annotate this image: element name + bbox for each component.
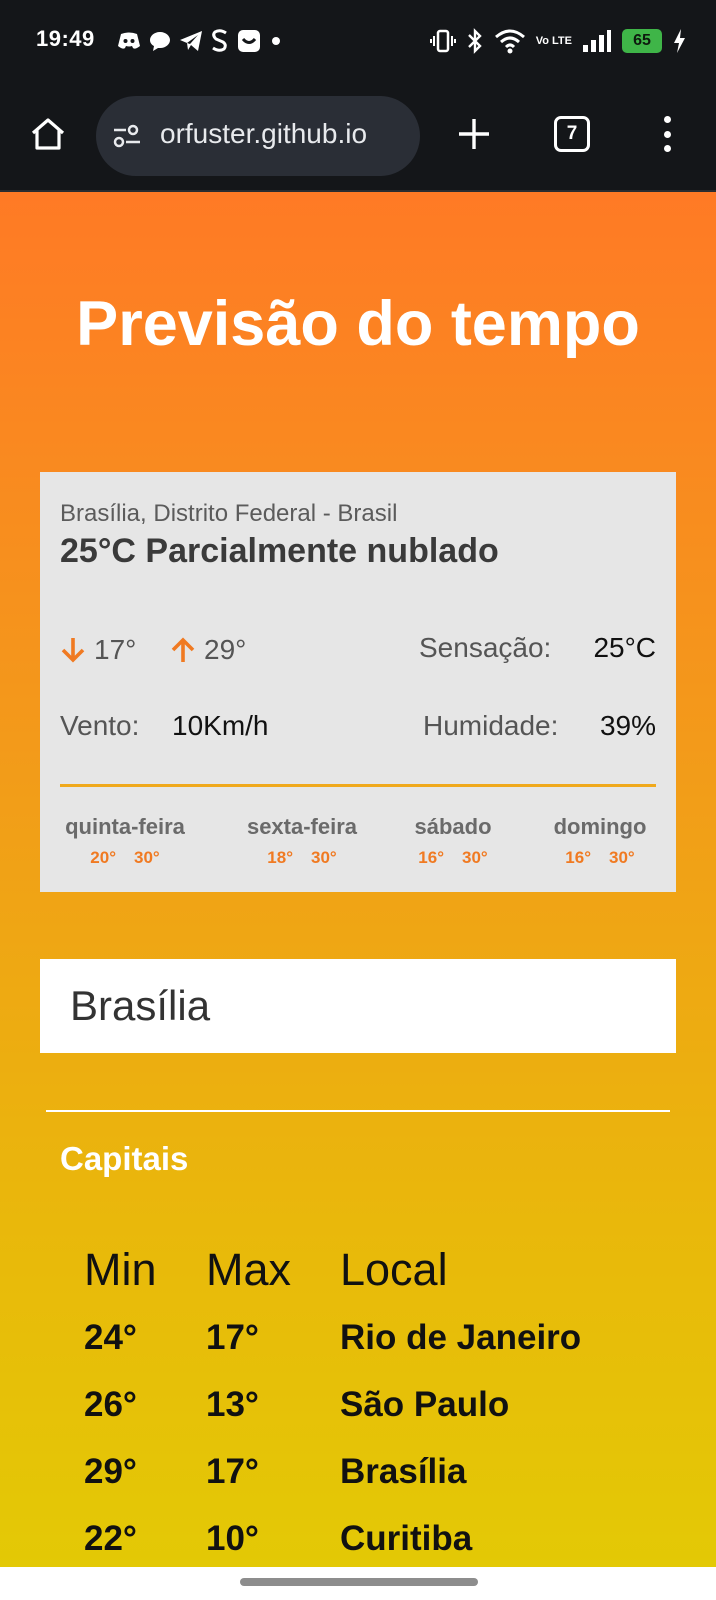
row-min: 24° bbox=[84, 1318, 137, 1357]
weather-page: Previsão do tempo Brasília, Distrito Fed… bbox=[0, 192, 716, 1567]
city-search-input[interactable] bbox=[70, 979, 630, 1033]
wind-value: 10Km/h bbox=[172, 710, 269, 741]
battery-indicator: 65 bbox=[622, 29, 662, 53]
forecast-day: quinta-feira 20° 30° bbox=[60, 814, 190, 868]
row-local: São Paulo bbox=[340, 1385, 510, 1424]
charging-icon bbox=[674, 29, 685, 53]
column-header-min: Min bbox=[84, 1244, 157, 1295]
row-local: Curitiba bbox=[340, 1519, 473, 1558]
forecast-min: 16° bbox=[418, 848, 444, 867]
wifi-icon bbox=[494, 29, 525, 54]
humidity-label: Humidade: bbox=[423, 710, 559, 741]
row-local: Brasília bbox=[340, 1452, 467, 1491]
row-local: Rio de Janeiro bbox=[340, 1318, 582, 1357]
plus-icon bbox=[459, 119, 489, 149]
arrow-down-icon bbox=[61, 638, 85, 663]
vibrate-icon bbox=[429, 29, 456, 53]
section-divider bbox=[46, 1110, 670, 1112]
row-min: 26° bbox=[84, 1385, 137, 1424]
forecast-day: sábado 16° 30° bbox=[408, 814, 498, 868]
temp-min: 17° bbox=[60, 634, 136, 666]
forecast-max: 30° bbox=[311, 848, 337, 867]
temp-max: 29° bbox=[170, 634, 246, 666]
card-divider bbox=[60, 784, 656, 787]
status-time: 19:49 bbox=[36, 26, 95, 51]
current-condition: 25°C Parcialmente nublado bbox=[60, 532, 499, 570]
dot-icon bbox=[272, 37, 280, 45]
menu-dot bbox=[663, 130, 671, 138]
column-header-local: Local bbox=[340, 1244, 448, 1295]
status-bar: 19:49 Vo LTE 65 bbox=[0, 0, 716, 84]
table-row: 26° 13° São Paulo bbox=[0, 1385, 716, 1437]
row-max: 13° bbox=[206, 1385, 259, 1424]
row-max: 10° bbox=[206, 1519, 259, 1558]
home-icon bbox=[31, 118, 65, 150]
location-label: Brasília, Distrito Federal - Brasil bbox=[60, 500, 398, 527]
discord-icon bbox=[118, 32, 140, 49]
browser-toolbar: orfuster.github.io 7 bbox=[0, 84, 716, 192]
forecast-day-name: quinta-feira bbox=[65, 814, 185, 839]
forecast-max: 30° bbox=[462, 848, 488, 867]
forecast-max: 30° bbox=[609, 848, 635, 867]
notification-icons bbox=[117, 28, 283, 54]
column-header-max: Max bbox=[206, 1244, 292, 1295]
forecast-day: sexta-feira 18° 30° bbox=[240, 814, 364, 868]
chat-bubble-icon bbox=[150, 32, 170, 51]
bluetooth-icon bbox=[467, 28, 482, 54]
current-weather-card: Brasília, Distrito Federal - Brasil 25°C… bbox=[40, 472, 676, 892]
temp-min-value: 17° bbox=[94, 634, 137, 665]
forecast-min: 18° bbox=[267, 848, 293, 867]
browser-menu-button[interactable] bbox=[652, 112, 682, 156]
gesture-navigation-area bbox=[0, 1567, 716, 1600]
feels-like-value: 25°C bbox=[593, 632, 656, 663]
telegram-icon bbox=[180, 31, 202, 51]
wind-label: Vento: bbox=[60, 710, 140, 741]
row-max: 17° bbox=[206, 1318, 259, 1357]
tab-switcher-button[interactable]: 7 bbox=[554, 116, 590, 152]
menu-dot bbox=[663, 145, 671, 152]
menu-dot bbox=[663, 116, 671, 123]
humidity-value: 39% bbox=[599, 710, 656, 741]
table-row: 22° 10° Curitiba bbox=[0, 1519, 716, 1567]
temp-max-value: 29° bbox=[204, 634, 247, 665]
url-text[interactable]: orfuster.github.io bbox=[160, 118, 410, 150]
feels-like-label: Sensação: bbox=[419, 632, 552, 663]
page-title: Previsão do tempo bbox=[76, 289, 640, 359]
forecast-min: 20° bbox=[90, 848, 116, 867]
system-icons: Vo LTE 65 bbox=[429, 26, 686, 56]
row-max: 17° bbox=[206, 1452, 259, 1491]
s-app-icon bbox=[212, 29, 227, 52]
site-settings-icon[interactable] bbox=[112, 122, 142, 150]
home-gesture-handle[interactable] bbox=[240, 1578, 478, 1586]
arrow-up-icon bbox=[171, 637, 195, 662]
table-row: 24° 17° Rio de Janeiro bbox=[0, 1318, 716, 1370]
capitals-title: Capitais bbox=[60, 1140, 189, 1177]
forecast-max: 30° bbox=[134, 848, 160, 867]
forecast-min: 16° bbox=[565, 848, 591, 867]
home-button[interactable] bbox=[26, 112, 70, 156]
row-min: 22° bbox=[84, 1519, 137, 1558]
messenger-icon bbox=[238, 30, 260, 52]
new-tab-button[interactable] bbox=[452, 112, 496, 156]
address-bar[interactable]: orfuster.github.io bbox=[96, 96, 420, 176]
city-search-box bbox=[40, 959, 676, 1053]
volte-indicator: Vo LTE bbox=[535, 34, 572, 47]
forecast-day-name: sábado bbox=[414, 814, 492, 839]
forecast-day-name: domingo bbox=[553, 814, 647, 839]
row-min: 29° bbox=[84, 1452, 137, 1491]
forecast-day-name: sexta-feira bbox=[246, 814, 358, 839]
table-row: 29° 17° Brasília bbox=[0, 1452, 716, 1504]
forecast-day: domingo 16° 30° bbox=[544, 814, 656, 868]
signal-icon bbox=[583, 30, 611, 52]
